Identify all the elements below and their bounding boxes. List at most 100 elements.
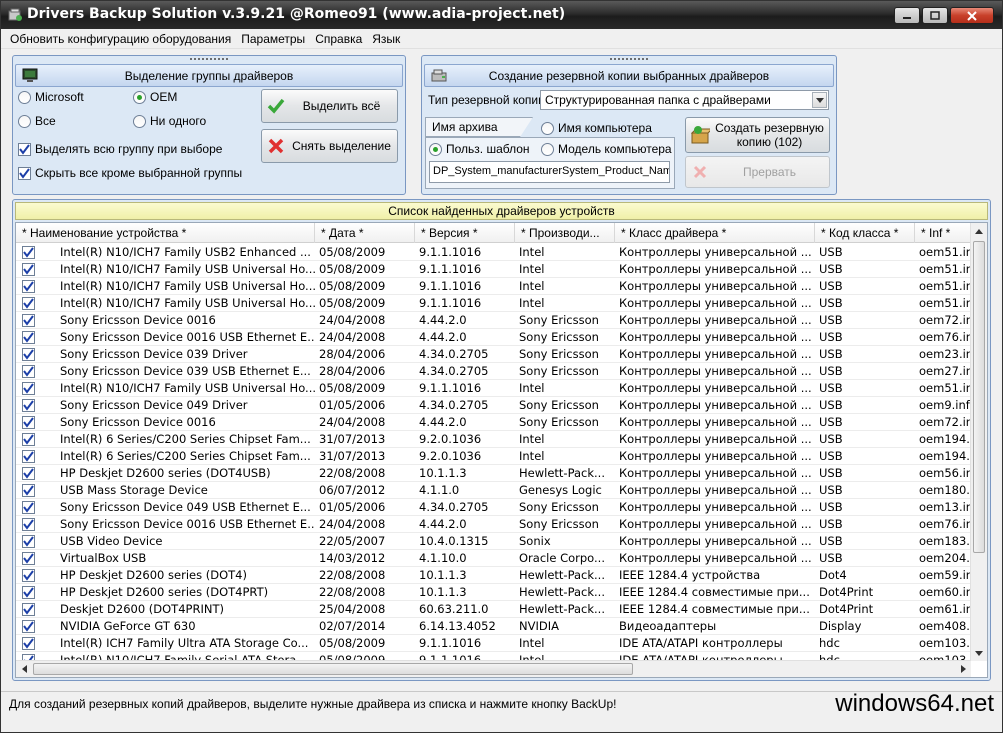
menu-refresh-config[interactable]: Обновить конфигурацию оборудования	[5, 32, 236, 46]
row-checkbox[interactable]	[16, 601, 56, 617]
vertical-scrollbar[interactable]	[970, 223, 987, 661]
cell-cls: Контроллеры универсальной ...	[619, 466, 812, 480]
table-row[interactable]: Sony Ericsson Device 0016 USB Ethernet E…	[16, 329, 971, 346]
column-header-date[interactable]: * Дата *	[315, 223, 415, 243]
row-checkbox[interactable]	[16, 414, 56, 430]
row-checkbox[interactable]	[16, 465, 56, 481]
table-row[interactable]: Sony Ericsson Device 049 USB Ethernet E.…	[16, 499, 971, 516]
table-row[interactable]: Intel(R) 6 Series/C200 Series Chipset Fa…	[16, 431, 971, 448]
table-row[interactable]: USB Video Device 22/05/2007 10.4.0.1315 Son…	[16, 533, 971, 550]
radio-user-template[interactable]: Польз. шаблон	[429, 142, 530, 156]
table-row[interactable]: Sony Ericsson Device 0016 USB Ethernet E…	[16, 516, 971, 533]
cell-vend: Sony Ericsson	[519, 398, 599, 412]
template-input[interactable]: DP_System_manufacturerSystem_Product_Nam…	[429, 161, 670, 183]
table-row[interactable]: Sony Ericsson Device 0016 24/04/2008 4.44.…	[16, 414, 971, 431]
horizontal-scroll-thumb[interactable]	[33, 663, 633, 675]
row-checkbox[interactable]	[16, 278, 56, 294]
row-checkbox[interactable]	[16, 550, 56, 566]
table-row[interactable]: Deskjet D2600 (DOT4PRINT) 25/04/2008 60.63…	[16, 601, 971, 618]
table-row[interactable]: Intel(R) N10/ICH7 Family USB Universal H…	[16, 295, 971, 312]
select-all-button[interactable]: Выделить всё	[261, 89, 398, 123]
row-checkbox[interactable]	[16, 244, 56, 260]
column-header-class-code[interactable]: * Код класса *	[815, 223, 915, 243]
table-row[interactable]: Sony Ericsson Device 049 Driver 01/05/200…	[16, 397, 971, 414]
row-checkbox[interactable]	[16, 312, 56, 328]
table-row[interactable]: HP Deskjet D2600 series (DOT4PRT) 22/08/2…	[16, 584, 971, 601]
column-header-vendor[interactable]: * Производи...	[515, 223, 615, 243]
table-row[interactable]: HP Deskjet D2600 series (DOT4) 22/08/2008…	[16, 567, 971, 584]
table-row[interactable]: VirtualBox USB 14/03/2012 4.1.10.0 Oracle C…	[16, 550, 971, 567]
cell-ver: 9.1.1.1016	[419, 381, 482, 395]
row-checkbox[interactable]	[16, 329, 56, 345]
cell-ver: 4.44.2.0	[419, 313, 467, 327]
table-row[interactable]: Intel(R) N10/ICH7 Family USB Universal H…	[16, 380, 971, 397]
table-row[interactable]: Intel(R) N10/ICH7 Family USB Universal H…	[16, 261, 971, 278]
table-row[interactable]: Sony Ericsson Device 039 USB Ethernet E.…	[16, 363, 971, 380]
monitor-icon	[22, 68, 38, 82]
table-row[interactable]: USB Mass Storage Device 06/07/2012 4.1.1.0…	[16, 482, 971, 499]
vertical-scroll-thumb[interactable]	[973, 241, 985, 553]
close-button[interactable]	[950, 7, 994, 24]
create-backup-button[interactable]: Создать резервную копию (102)	[685, 117, 830, 153]
table-row[interactable]: NVIDIA GeForce GT 630 02/07/2014 6.14.13.4…	[16, 618, 971, 635]
row-checkbox[interactable]	[16, 482, 56, 498]
menu-parameters[interactable]: Параметры	[236, 32, 310, 46]
check-hide-others[interactable]: Скрыть все кроме выбранной группы	[18, 166, 242, 180]
scroll-right-icon[interactable]	[955, 661, 971, 677]
row-checkbox[interactable]	[16, 584, 56, 600]
title-bar[interactable]: Drivers Backup Solution v.3.9.21 @Romeo9…	[1, 1, 1002, 29]
column-header-name[interactable]: * Наименование устройства *	[16, 223, 315, 243]
row-checkbox[interactable]	[16, 618, 56, 634]
horizontal-scrollbar[interactable]	[16, 660, 971, 677]
row-checkbox[interactable]	[16, 295, 56, 311]
row-checkbox[interactable]	[16, 635, 56, 651]
table-row[interactable]: Intel(R) N10/ICH7 Family USB2 Enhanced .…	[16, 244, 971, 261]
panel-grip[interactable]	[609, 57, 649, 61]
row-checkbox[interactable]	[16, 380, 56, 396]
row-checkbox[interactable]	[16, 567, 56, 583]
menu-language[interactable]: Язык	[367, 32, 405, 46]
checkbox-checked	[22, 432, 35, 446]
row-checkbox[interactable]	[16, 431, 56, 447]
row-checkbox[interactable]	[16, 261, 56, 277]
deselect-button[interactable]: Снять выделение	[261, 129, 398, 163]
maximize-button[interactable]	[922, 7, 948, 24]
backup-type-select[interactable]: Структурированная папка с драйверами	[540, 90, 829, 110]
cell-name: Intel(R) 6 Series/C200 Series Chipset Fa…	[60, 432, 311, 446]
checkbox-checked	[18, 142, 31, 156]
cell-name: Intel(R) ICH7 Family Ultra ATA Storage C…	[60, 636, 309, 650]
row-checkbox[interactable]	[16, 448, 56, 464]
scroll-left-icon[interactable]	[16, 661, 32, 677]
cell-name: Sony Ericsson Device 0016	[60, 313, 216, 327]
row-checkbox[interactable]	[16, 533, 56, 549]
row-checkbox[interactable]	[16, 397, 56, 413]
column-header-inf[interactable]: * Inf *	[915, 223, 971, 243]
scroll-down-icon[interactable]	[971, 645, 987, 661]
cell-date: 24/04/2008	[319, 517, 386, 531]
abort-button[interactable]: Прервать	[685, 156, 830, 188]
menu-help[interactable]: Справка	[310, 32, 367, 46]
row-checkbox[interactable]	[16, 516, 56, 532]
checkbox-checked	[22, 279, 35, 293]
column-header-version[interactable]: * Версия *	[415, 223, 515, 243]
radio-oem[interactable]: OEM	[133, 90, 177, 104]
panel-grip[interactable]	[189, 57, 229, 61]
row-checkbox[interactable]	[16, 499, 56, 515]
scroll-up-icon[interactable]	[971, 223, 987, 239]
column-header-class[interactable]: * Класс драйвера *	[615, 223, 815, 243]
table-row[interactable]: Sony Ericsson Device 039 Driver 28/04/200…	[16, 346, 971, 363]
radio-microsoft[interactable]: Microsoft	[18, 90, 84, 104]
radio-none[interactable]: Ни одного	[133, 114, 206, 128]
row-checkbox[interactable]	[16, 363, 56, 379]
table-row[interactable]: Intel(R) ICH7 Family Ultra ATA Storage C…	[16, 635, 971, 652]
table-row[interactable]: Intel(R) 6 Series/C200 Series Chipset Fa…	[16, 448, 971, 465]
row-checkbox[interactable]	[16, 346, 56, 362]
check-select-group[interactable]: Выделять всю группу при выборе	[18, 142, 222, 156]
minimize-button[interactable]	[894, 7, 920, 24]
table-row[interactable]: Intel(R) N10/ICH7 Family USB Universal H…	[16, 278, 971, 295]
radio-computer-name[interactable]: Имя компьютера	[541, 121, 652, 135]
radio-computer-model[interactable]: Модель компьютера	[541, 142, 672, 156]
table-row[interactable]: Sony Ericsson Device 0016 24/04/2008 4.44.…	[16, 312, 971, 329]
table-row[interactable]: HP Deskjet D2600 series (DOT4USB) 22/08/2…	[16, 465, 971, 482]
radio-all[interactable]: Все	[18, 114, 56, 128]
